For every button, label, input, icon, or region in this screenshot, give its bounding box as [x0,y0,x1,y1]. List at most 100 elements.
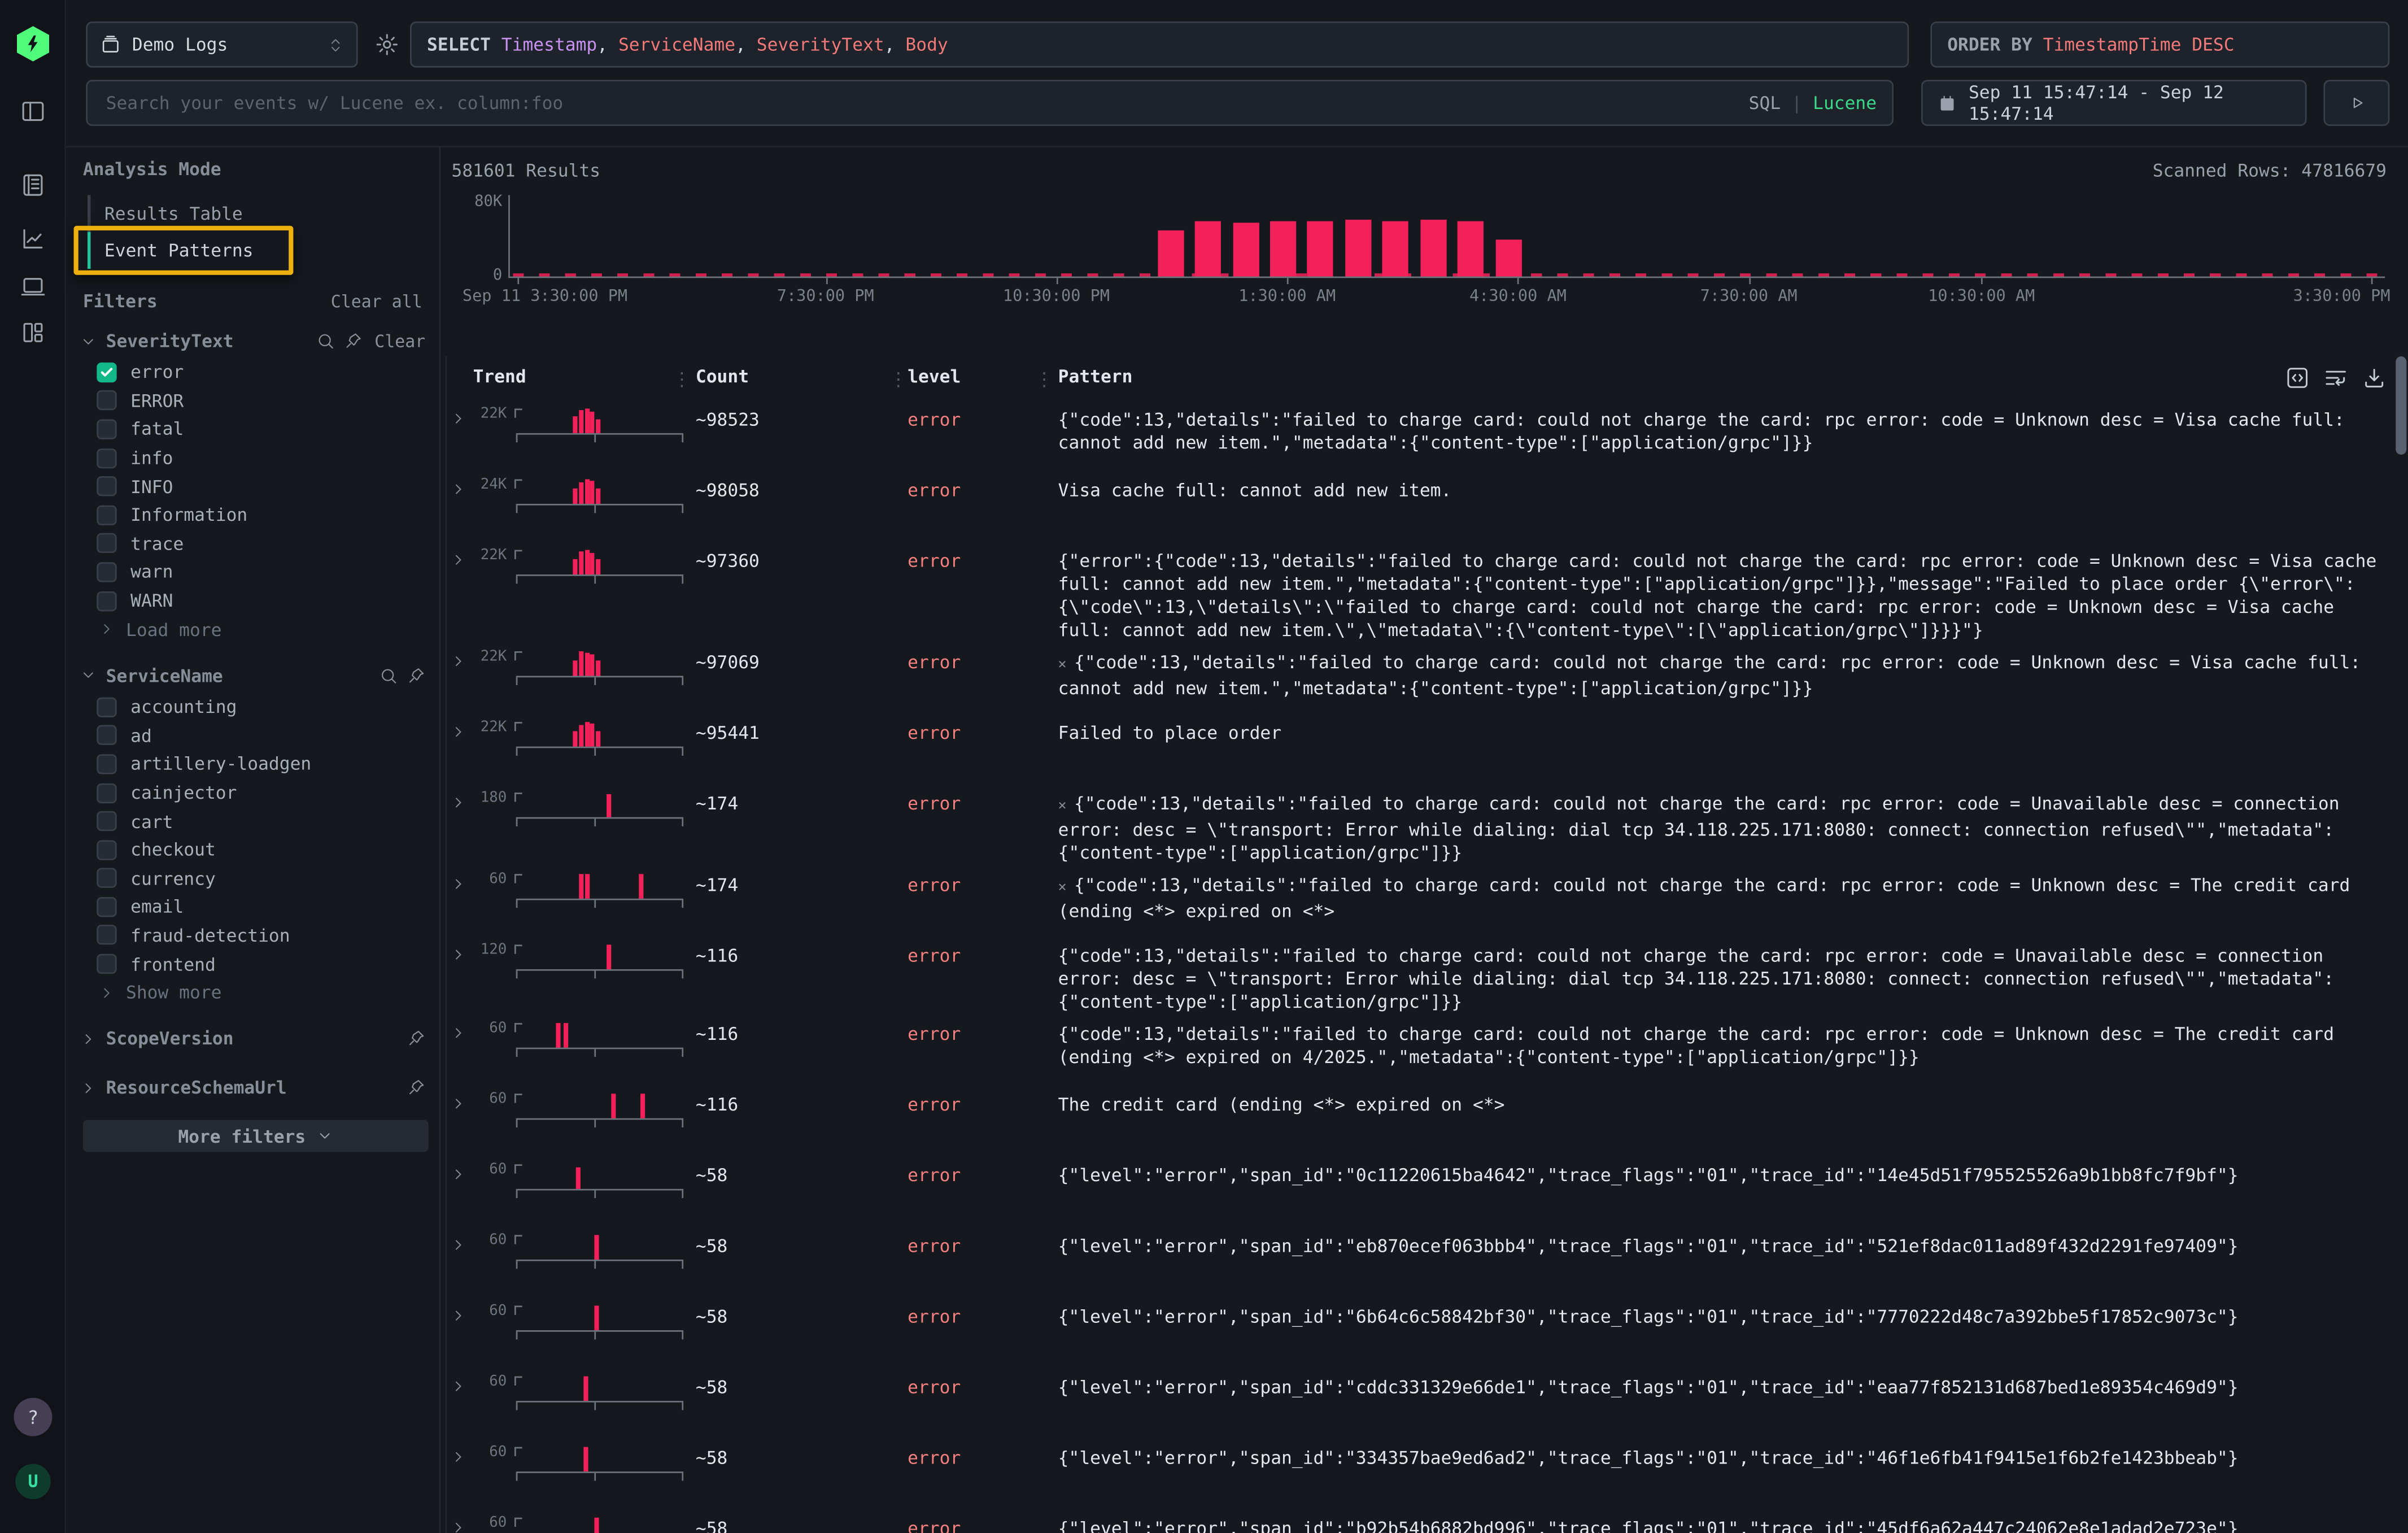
table-row[interactable]: 22K~97069error✕{"code":13,"details":"fai… [447,642,2408,713]
row-expand-chevron-icon[interactable] [450,876,469,935]
table-scrollbar[interactable] [2396,356,2406,455]
checkbox[interactable] [97,925,116,945]
histogram-bar[interactable] [1458,221,1484,277]
table-row[interactable]: 120~116error{"code":13,"details":"failed… [447,935,2408,1014]
column-resize-handle[interactable]: ⋮ [673,370,691,389]
search-icon[interactable] [316,332,335,350]
help-button[interactable]: ? [14,1398,52,1436]
filter-option-accounting[interactable]: accounting [80,693,425,721]
date-range-picker[interactable]: Sep 11 15:47:14 - Sep 12 15:47:14 [1921,80,2307,126]
dismiss-x-icon[interactable]: ✕ [1058,657,1067,673]
pin-icon[interactable] [407,1079,426,1098]
filter-option-artillery-loadgen[interactable]: artillery-loadgen [80,750,425,778]
checkbox[interactable] [97,725,116,745]
checkbox[interactable] [97,840,116,860]
checkbox[interactable] [97,697,116,717]
code-view-icon[interactable] [2285,365,2310,390]
table-row[interactable]: 60~58error{"level":"error","span_id":"33… [447,1438,2408,1508]
table-row[interactable]: 60~174error✕{"code":13,"details":"failed… [447,865,2408,935]
filter-group-header-ScopeVersion[interactable]: ScopeVersion [80,1022,425,1056]
source-select[interactable]: Demo Logs [86,21,357,68]
filter-option-ad[interactable]: ad [80,721,425,750]
user-avatar[interactable]: U [15,1464,51,1500]
chart-explorer-icon[interactable] [0,226,66,252]
search-icon[interactable] [379,667,398,685]
gear-icon[interactable] [370,21,404,68]
query-language-toggle[interactable]: SQL | Lucene [1749,92,1877,114]
download-icon[interactable] [2362,365,2387,390]
table-row[interactable]: 60~58error{"level":"error","span_id":"cd… [447,1367,2408,1438]
row-expand-chevron-icon[interactable] [450,1307,469,1367]
sessions-icon[interactable] [0,273,66,299]
table-row[interactable]: 60~58error{"level":"error","span_id":"b9… [447,1508,2408,1533]
column-resize-handle[interactable]: ⋮ [1035,370,1054,389]
table-row[interactable]: 180~174error✕{"code":13,"details":"faile… [447,783,2408,865]
histogram-bar[interactable] [1495,239,1521,277]
checkbox[interactable] [97,419,116,439]
column-resize-handle[interactable]: ⋮ [889,370,908,389]
row-expand-chevron-icon[interactable] [450,1519,469,1532]
checkbox[interactable] [97,476,116,496]
run-query-button[interactable] [2323,80,2389,126]
results-histogram[interactable]: 80K 0 Sep 11 3:30:00 PM7:30:00 PM10:30:0… [508,195,2385,302]
checkbox[interactable] [97,954,116,974]
clear-filter-button[interactable]: Clear [374,331,425,351]
row-expand-chevron-icon[interactable] [450,1025,469,1085]
filter-option-cart[interactable]: cart [80,807,425,836]
analysis-mode-results-table[interactable]: Results Table [88,195,287,232]
histogram-bar[interactable] [1195,221,1221,276]
row-expand-chevron-icon[interactable] [450,946,469,1014]
row-expand-chevron-icon[interactable] [450,653,469,713]
analysis-mode-event-patterns[interactable]: Event Patterns [88,232,287,269]
filter-option-WARN[interactable]: WARN [80,586,425,615]
table-row[interactable]: 22K~95441errorFailed to place order [447,713,2408,783]
filter-option-error[interactable]: error [80,358,425,387]
row-expand-chevron-icon[interactable] [450,1166,469,1226]
filter-option-fraud-detection[interactable]: fraud-detection [80,921,425,950]
row-expand-chevron-icon[interactable] [450,551,469,642]
row-expand-chevron-icon[interactable] [450,1095,469,1155]
filter-option-currency[interactable]: currency [80,864,425,893]
row-expand-chevron-icon[interactable] [450,481,469,541]
row-expand-chevron-icon[interactable] [450,1236,469,1296]
clear-all-filters-button[interactable]: Clear all [331,291,422,311]
pin-icon[interactable] [407,667,426,685]
row-expand-chevron-icon[interactable] [450,1378,469,1438]
search-logs-icon[interactable] [0,172,66,198]
checkbox[interactable] [97,811,116,831]
header-pattern[interactable]: Pattern [1058,365,2408,387]
checkbox[interactable] [97,591,116,611]
table-row[interactable]: 60~116error{"code":13,"details":"failed … [447,1014,2408,1085]
row-expand-chevron-icon[interactable] [450,410,469,470]
filter-option-INFO[interactable]: INFO [80,472,425,501]
checkbox[interactable] [97,534,116,554]
checkbox[interactable] [97,391,116,411]
table-row[interactable]: 60~58error{"level":"error","span_id":"0c… [447,1155,2408,1226]
wrap-text-icon[interactable] [2323,365,2348,390]
filter-option-cainjector[interactable]: cainjector [80,778,425,807]
checkbox[interactable] [97,868,116,888]
select-query-input[interactable]: SELECT Timestamp, ServiceName, SeverityT… [410,21,1909,68]
checkbox[interactable] [97,362,116,382]
filter-option-ERROR[interactable]: ERROR [80,386,425,415]
checkbox[interactable] [97,754,116,774]
histogram-bar[interactable] [1345,220,1371,277]
table-row[interactable]: 60~58error{"level":"error","span_id":"eb… [447,1226,2408,1296]
row-expand-chevron-icon[interactable] [450,794,469,865]
histogram-bar[interactable] [1157,230,1183,276]
histogram-bar[interactable] [1270,221,1296,277]
table-row[interactable]: 60~116errorThe credit card (ending <*> e… [447,1085,2408,1155]
filter-group-header-ResourceSchemaUrl[interactable]: ResourceSchemaUrl [80,1072,425,1105]
table-row[interactable]: 24K~98058errorVisa cache full: cannot ad… [447,470,2408,541]
dismiss-x-icon[interactable]: ✕ [1058,799,1067,814]
filter-group-header-SeverityText[interactable]: SeverityTextClear [80,324,425,358]
table-row[interactable]: 22K~98523error{"code":13,"details":"fail… [447,399,2408,470]
pin-icon[interactable] [407,1030,426,1048]
toggle-sql[interactable]: SQL [1749,92,1781,114]
histogram-bar[interactable] [1420,220,1446,277]
dismiss-x-icon[interactable]: ✕ [1058,880,1067,895]
histogram-bar[interactable] [1382,221,1408,276]
header-count[interactable]: Count [696,365,908,387]
order-by-input[interactable]: ORDER BY TimestampTime DESC [1930,21,2389,68]
table-row[interactable]: 22K~97360error{"error":{"code":13,"detai… [447,541,2408,642]
